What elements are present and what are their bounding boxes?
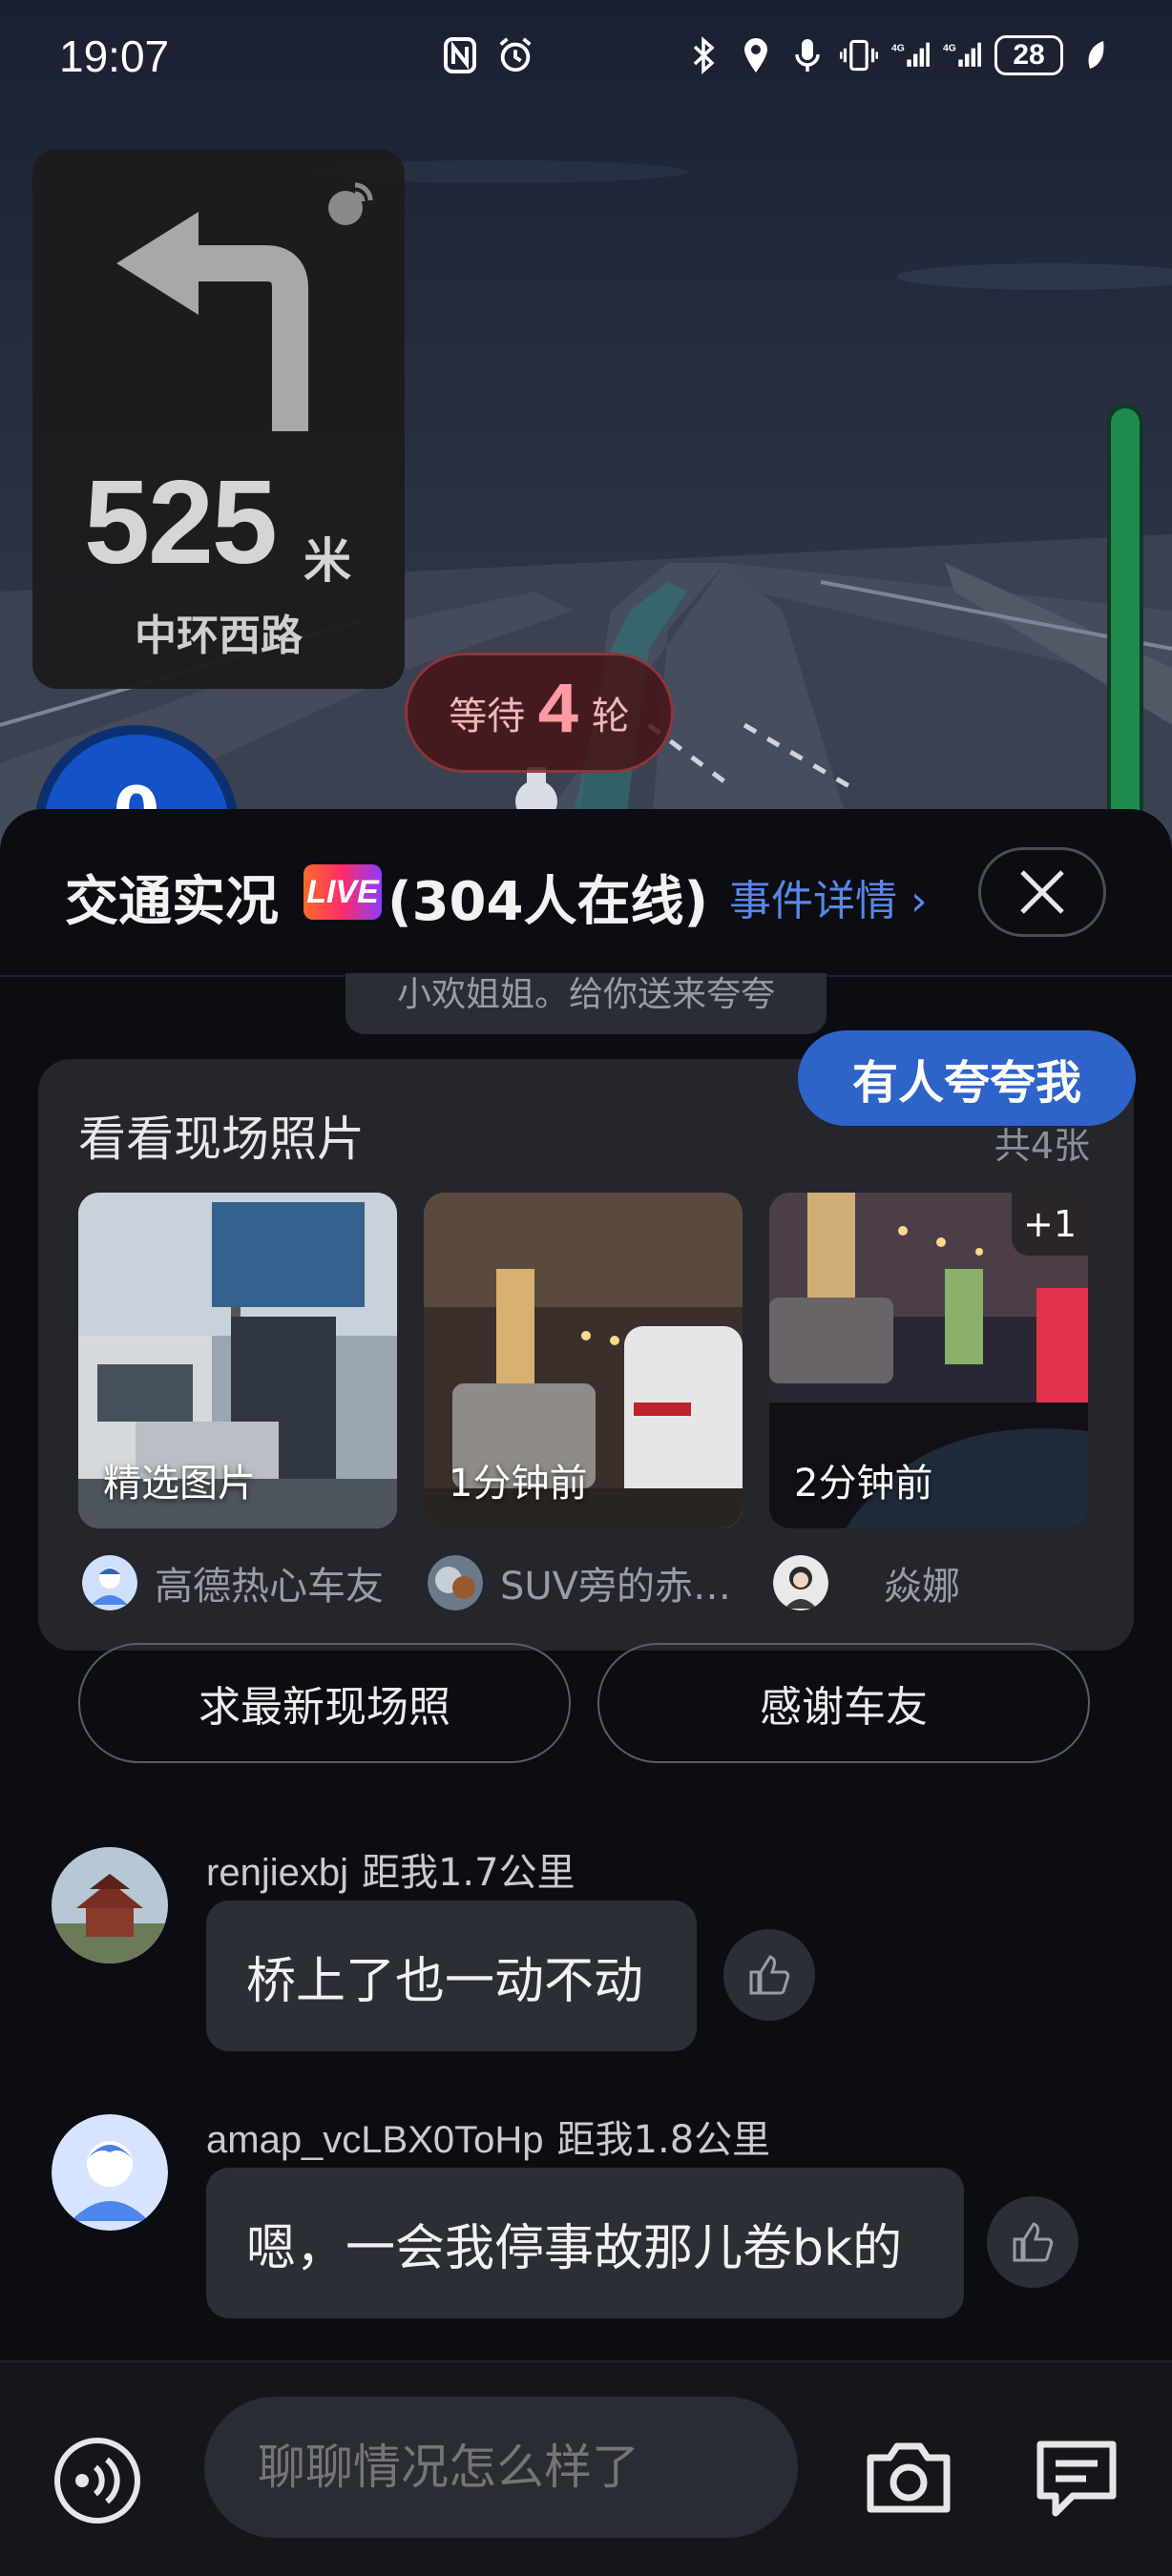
comment-bubble: 桥上了也一动不动: [206, 1901, 697, 2051]
next-road-name: 中环西路: [135, 612, 303, 660]
battery-indicator: 28: [994, 35, 1063, 75]
comment-username[interactable]: renjiexbj 距我1.7公里: [206, 1841, 576, 1897]
uploader-name: 高德热心车友: [155, 1565, 384, 1609]
camera-button[interactable]: [861, 2429, 956, 2524]
comment-username[interactable]: amap_vcLBX0ToHp 距我1.8公里: [206, 2109, 770, 2164]
location-icon: [737, 32, 775, 78]
message-list-button[interactable]: [1029, 2429, 1124, 2524]
gps-signal-icon: [323, 177, 376, 235]
thumbs-up-icon: [1013, 2222, 1054, 2262]
close-button[interactable]: [978, 847, 1106, 937]
sheet-title: 交通实况: [65, 871, 279, 933]
online-count: (304人在线): [387, 871, 709, 933]
svg-text:4G: 4G: [943, 44, 956, 54]
turn-distance: 525: [84, 457, 278, 589]
comment-distance: 距我1.7公里: [361, 1851, 576, 1895]
photo-caption: 精选图片: [103, 1462, 256, 1506]
vibrate-icon: [840, 32, 878, 78]
status-icons-left: [441, 32, 534, 78]
event-detail-label: 事件详情: [729, 877, 897, 925]
comment-user: renjiexbj: [206, 1852, 348, 1894]
like-button[interactable]: [723, 1929, 815, 2021]
wait-label: 等待: [449, 695, 526, 738]
photos-title: 看看现场照片: [78, 1111, 365, 1167]
photo-uploader[interactable]: SUV旁的赤…: [428, 1553, 743, 1612]
uploader-name: 焱娜: [884, 1565, 960, 1609]
bluetooth-icon: [685, 32, 723, 78]
thumbs-up-icon: [749, 1955, 790, 1995]
voice-broadcast-button[interactable]: [52, 2435, 143, 2526]
photo-uploader[interactable]: 高德热心车友: [82, 1553, 407, 1612]
leaf-icon: [1077, 32, 1115, 78]
alarm-icon: [496, 32, 534, 78]
comment-user: amap_vcLBX0ToHp: [206, 2119, 544, 2161]
wait-rounds: 4: [536, 672, 580, 754]
turn-distance-unit: 米: [303, 533, 351, 589]
live-badge: LIVE: [303, 864, 382, 920]
status-time: 19:07: [59, 31, 170, 81]
scene-photo[interactable]: 1分钟前: [424, 1193, 743, 1528]
event-detail-link[interactable]: 事件详情 ›: [729, 866, 928, 927]
nfc-icon: [441, 32, 479, 78]
more-photos-count[interactable]: +1: [1012, 1193, 1088, 1256]
svg-text:4G: 4G: [891, 44, 905, 54]
photo-caption: 2分钟前: [794, 1462, 933, 1506]
sheet-header: 交通实况 LIVE (304人在线) 事件详情 ›: [0, 809, 1172, 977]
camera-icon: [867, 2442, 951, 2513]
avatar: [82, 1555, 137, 1610]
avatar: [773, 1555, 828, 1610]
message-icon: [1036, 2441, 1117, 2517]
reward-notification: 小欢姐姐。给你送来夸夸: [345, 973, 827, 1034]
status-icons-right: 4G 4G 28: [685, 32, 1115, 78]
like-button[interactable]: [987, 2196, 1078, 2288]
signal-4g-icon: 4G: [891, 32, 930, 78]
scene-photo[interactable]: +1 2分钟前: [769, 1193, 1088, 1528]
chevron-right-icon: ›: [897, 877, 928, 925]
signal-4g-icon: 4G: [943, 32, 981, 78]
traffic-light-wait-pill: 等待 4 轮: [405, 653, 674, 773]
photo-caption: 1分钟前: [449, 1462, 588, 1506]
avatar: [428, 1555, 483, 1610]
chat-input[interactable]: [204, 2397, 798, 2538]
comment-bubble: 嗯，一会我停事故那儿卷bk的: [206, 2168, 964, 2318]
photo-uploader[interactable]: 焱娜: [773, 1553, 1088, 1612]
close-icon: [1020, 870, 1064, 914]
mic-icon: [788, 32, 827, 78]
avatar[interactable]: [52, 1847, 168, 1963]
chat-input-bar: [0, 2360, 1172, 2576]
status-bar: 19:07 4G 4G 28: [0, 0, 1172, 114]
praise-button[interactable]: 有人夸夸我: [798, 1030, 1136, 1126]
voice-broadcast-icon: [54, 2438, 140, 2524]
thank-driver-button[interactable]: 感谢车友: [597, 1643, 1090, 1763]
turn-left-arrow-icon: [113, 212, 313, 435]
scene-photo[interactable]: 精选图片: [78, 1193, 397, 1528]
route-progress-bar: [1107, 405, 1143, 862]
uploader-name: SUV旁的赤…: [500, 1565, 732, 1609]
scene-photos-card: 看看现场照片 共4张 精选图片 1分钟前 +1 2分钟前 高德热心车友 SUV旁…: [38, 1059, 1134, 1651]
comment-distance: 距我1.8公里: [556, 2118, 771, 2162]
request-photo-button[interactable]: 求最新现场照: [78, 1643, 571, 1763]
wait-unit: 轮: [591, 695, 630, 738]
avatar[interactable]: [52, 2114, 168, 2231]
